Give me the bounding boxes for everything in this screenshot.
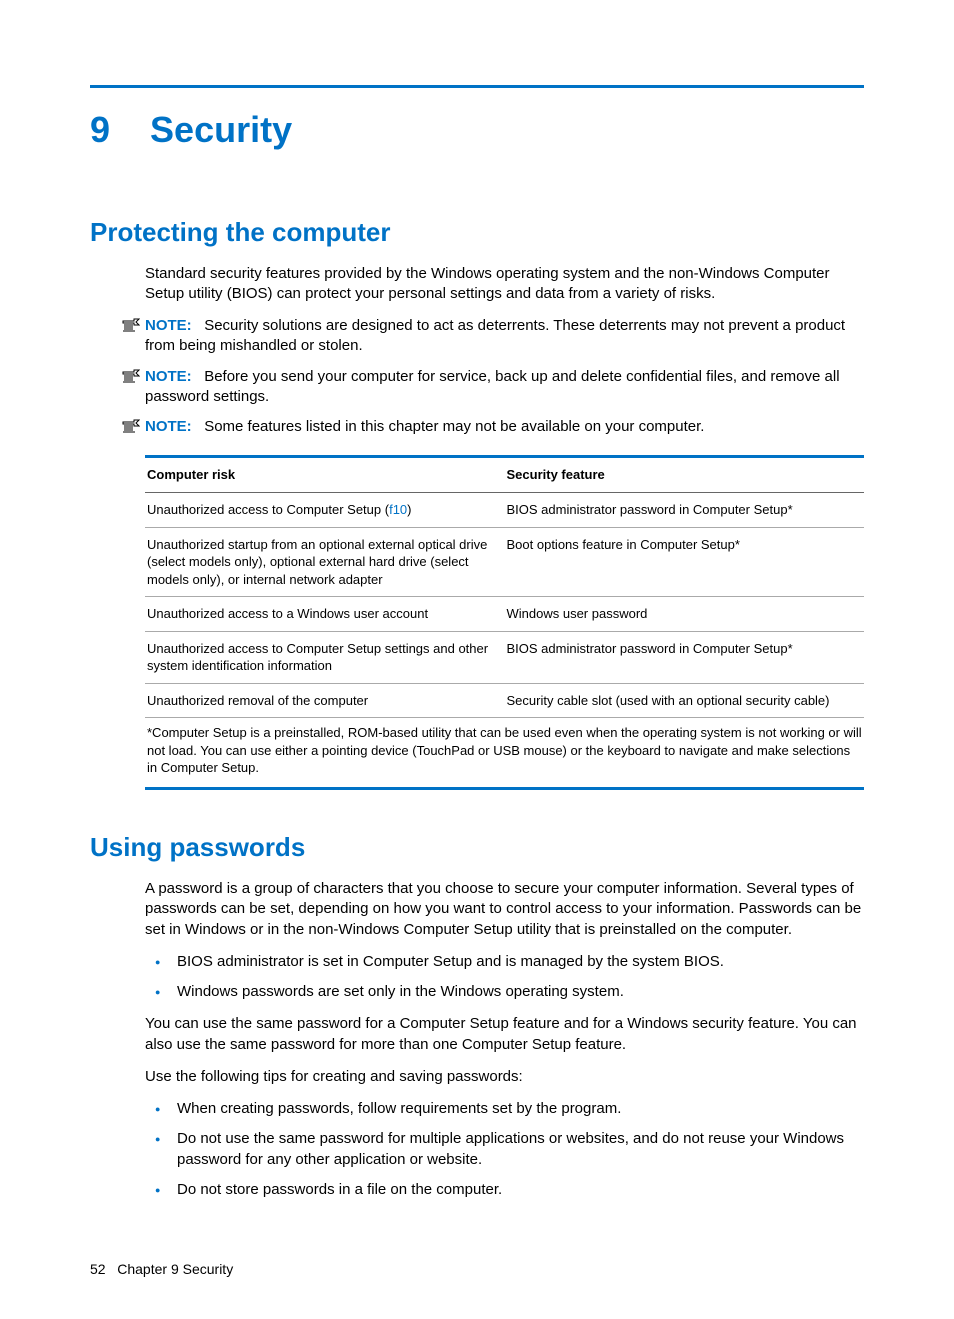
table-row: Unauthorized access to Computer Setup (f…	[145, 492, 864, 527]
feature-cell: Windows user password	[505, 597, 865, 632]
note-block: NOTE: Security solutions are designed to…	[124, 316, 864, 357]
password-tips-list: When creating passwords, follow requirem…	[145, 1099, 864, 1200]
risk-cell: Unauthorized startup from an optional ex…	[145, 527, 505, 597]
note-icon	[122, 419, 140, 434]
table-row: Unauthorized access to a Windows user ac…	[145, 597, 864, 632]
note-label: NOTE:	[145, 368, 192, 385]
chapter-title: Security	[150, 106, 292, 155]
feature-cell: Security cable slot (used with an option…	[505, 683, 865, 718]
note-label: NOTE:	[145, 317, 192, 334]
list-item: When creating passwords, follow requirem…	[145, 1099, 864, 1119]
table-header-risk: Computer risk	[145, 457, 505, 493]
risk-cell: Unauthorized access to a Windows user ac…	[145, 597, 505, 632]
passwords-p2: You can use the same password for a Comp…	[145, 1014, 864, 1055]
table-header-feature: Security feature	[505, 457, 865, 493]
table-row: Unauthorized access to Computer Setup se…	[145, 631, 864, 683]
risk-feature-table: Computer risk Security feature Unauthori…	[145, 455, 864, 718]
list-item: Do not use the same password for multipl…	[145, 1129, 864, 1170]
footer-label: Chapter 9 Security	[117, 1261, 233, 1277]
table-row: Unauthorized startup from an optional ex…	[145, 527, 864, 597]
note-text: Security solutions are designed to act a…	[145, 317, 845, 354]
top-divider	[90, 85, 864, 88]
password-types-list: BIOS administrator is set in Computer Se…	[145, 952, 864, 1003]
note-text: Before you send your computer for servic…	[145, 368, 840, 405]
note-icon	[122, 318, 140, 333]
section-heading-passwords: Using passwords	[90, 830, 864, 865]
chapter-number: 9	[90, 106, 110, 155]
table-row: Unauthorized removal of the computer Sec…	[145, 683, 864, 718]
note-text: Some features listed in this chapter may…	[204, 418, 704, 435]
feature-cell: Boot options feature in Computer Setup*	[505, 527, 865, 597]
page-number: 52	[90, 1261, 106, 1277]
note-block: NOTE: Before you send your computer for …	[124, 367, 864, 408]
note-label: NOTE:	[145, 418, 192, 435]
section-heading-protecting: Protecting the computer	[90, 215, 864, 250]
feature-cell: BIOS administrator password in Computer …	[505, 631, 865, 683]
intro-paragraph: Standard security features provided by t…	[145, 264, 864, 305]
table-footnote: *Computer Setup is a preinstalled, ROM-b…	[145, 718, 864, 790]
note-block: NOTE: Some features listed in this chapt…	[124, 417, 864, 437]
keyboard-key-hint: f10	[389, 502, 407, 517]
passwords-p3: Use the following tips for creating and …	[145, 1067, 864, 1087]
list-item: Windows passwords are set only in the Wi…	[145, 982, 864, 1002]
feature-cell: BIOS administrator password in Computer …	[505, 492, 865, 527]
passwords-intro: A password is a group of characters that…	[145, 879, 864, 940]
risk-cell: Unauthorized access to Computer Setup (f…	[145, 492, 505, 527]
risk-cell: Unauthorized access to Computer Setup se…	[145, 631, 505, 683]
chapter-heading: 9 Security	[90, 106, 864, 155]
note-icon	[122, 369, 140, 384]
list-item: Do not store passwords in a file on the …	[145, 1180, 864, 1200]
list-item: BIOS administrator is set in Computer Se…	[145, 952, 864, 972]
risk-cell: Unauthorized removal of the computer	[145, 683, 505, 718]
